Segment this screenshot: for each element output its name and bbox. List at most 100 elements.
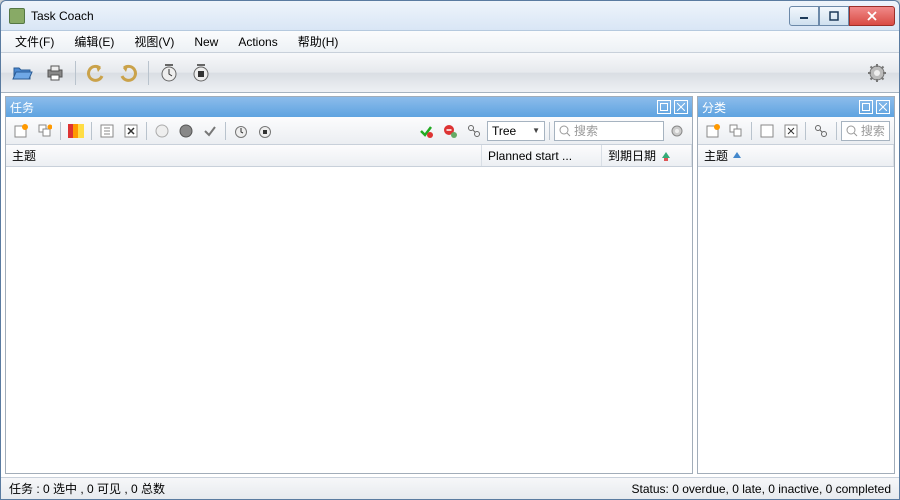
app-window: Task Coach 文件(F) 编辑(E) 视图(V) New Actions… — [0, 0, 900, 500]
start-effort-button[interactable] — [155, 59, 183, 87]
search-icon — [559, 125, 571, 137]
categories-search-input[interactable]: 搜索 — [841, 121, 890, 141]
main-toolbar — [1, 53, 899, 93]
priority-button[interactable] — [65, 120, 87, 142]
tasks-column-header: 主题 Planned start ... 到期日期 — [6, 145, 692, 167]
delete-button[interactable] — [120, 120, 142, 142]
tasks-panel-header: 任务 — [6, 97, 692, 117]
link-icon — [467, 124, 481, 138]
clock-stop-icon — [192, 64, 210, 82]
filter-clear-button[interactable] — [439, 120, 461, 142]
mark-active-button[interactable] — [175, 120, 197, 142]
priority-icon — [68, 124, 84, 138]
view-mode-combo[interactable]: Tree ▼ — [487, 121, 545, 141]
clock-stop-icon — [258, 124, 272, 138]
col-subject[interactable]: 主题 — [6, 145, 482, 166]
gear-icon — [867, 63, 887, 83]
new-category-button[interactable] — [702, 120, 724, 142]
cat-delete-button[interactable] — [780, 120, 802, 142]
toolbar-divider — [836, 122, 837, 140]
search-placeholder: 搜索 — [574, 122, 598, 139]
col-due-date[interactable]: 到期日期 — [602, 145, 692, 166]
stop-effort-button[interactable] — [187, 59, 215, 87]
minimize-icon — [799, 11, 809, 21]
edit-icon — [760, 124, 774, 138]
new-task-button[interactable] — [10, 120, 32, 142]
categories-toolbar: 搜索 — [698, 117, 894, 145]
edit-button[interactable] — [96, 120, 118, 142]
panel-maximize-button[interactable] — [859, 100, 873, 114]
panel-maximize-button[interactable] — [657, 100, 671, 114]
close-icon — [879, 103, 887, 111]
folder-open-icon — [12, 64, 34, 82]
maximize-icon — [660, 103, 668, 111]
mark-complete-button[interactable] — [199, 120, 221, 142]
open-button[interactable] — [9, 59, 37, 87]
cat-link-button[interactable] — [810, 120, 832, 142]
tasks-toolbar: Tree ▼ 搜索 — [6, 117, 692, 145]
clock-start-icon — [160, 64, 178, 82]
print-button[interactable] — [41, 59, 69, 87]
cat-edit-button[interactable] — [756, 120, 778, 142]
maximize-icon — [829, 11, 839, 21]
new-subtask-button[interactable] — [34, 120, 56, 142]
panel-close-button[interactable] — [674, 100, 688, 114]
categories-panel-title: 分类 — [702, 99, 856, 116]
toolbar-divider — [146, 122, 147, 140]
menu-actions[interactable]: Actions — [228, 31, 287, 52]
categories-grid[interactable] — [698, 167, 894, 473]
new-task-icon — [14, 124, 28, 138]
menu-edit[interactable]: 编辑(E) — [64, 31, 124, 52]
tasks-panel: 任务 — [5, 96, 693, 474]
settings-button[interactable] — [863, 59, 891, 87]
search-placeholder: 搜索 — [861, 122, 885, 139]
chevron-down-icon: ▼ — [532, 126, 540, 135]
maximize-button[interactable] — [819, 6, 849, 26]
link-icon — [814, 124, 828, 138]
menu-help[interactable]: 帮助(H) — [288, 31, 349, 52]
status-left: 任务 : 0 选中 , 0 可见 , 0 总数 — [9, 480, 632, 497]
menu-new[interactable]: New — [184, 31, 228, 52]
circle-active-icon — [179, 124, 193, 138]
new-sub-icon — [729, 124, 743, 138]
panel-close-button[interactable] — [876, 100, 890, 114]
tasks-grid[interactable] — [6, 167, 692, 473]
search-icon — [846, 125, 858, 137]
filter-active-button[interactable] — [415, 120, 437, 142]
view-mode-value: Tree — [492, 124, 516, 138]
status-bar: 任务 : 0 选中 , 0 可见 , 0 总数 Status: 0 overdu… — [1, 477, 899, 499]
toolbar-divider — [549, 122, 550, 140]
col-planned-start[interactable]: Planned start ... — [482, 145, 602, 166]
menu-file[interactable]: 文件(F) — [5, 31, 64, 52]
window-controls — [789, 6, 895, 26]
start-tracking-button[interactable] — [230, 120, 252, 142]
sort-indicator-icon — [660, 150, 672, 162]
redo-button[interactable] — [114, 59, 142, 87]
undo-button[interactable] — [82, 59, 110, 87]
check-green-icon — [419, 124, 433, 138]
tasks-panel-title: 任务 — [10, 99, 654, 116]
stop-tracking-button[interactable] — [254, 120, 276, 142]
new-subtask-icon — [38, 124, 52, 138]
categories-panel-header: 分类 — [698, 97, 894, 117]
new-icon — [706, 124, 720, 138]
link-button[interactable] — [463, 120, 485, 142]
tasks-search-input[interactable]: 搜索 — [554, 121, 664, 141]
col-cat-subject[interactable]: 主题 — [698, 145, 894, 166]
toolbar-divider — [751, 122, 752, 140]
menu-view[interactable]: 视图(V) — [124, 31, 184, 52]
mark-inactive-button[interactable] — [151, 120, 173, 142]
toolbar-divider — [225, 122, 226, 140]
minimize-button[interactable] — [789, 6, 819, 26]
undo-icon — [86, 64, 106, 82]
delete-icon — [124, 124, 138, 138]
title-bar: Task Coach — [1, 1, 899, 31]
status-right: Status: 0 overdue, 0 late, 0 inactive, 0… — [632, 482, 892, 496]
close-button[interactable] — [849, 6, 895, 26]
workspace: 任务 — [1, 93, 899, 477]
window-title: Task Coach — [31, 9, 789, 23]
new-subcategory-button[interactable] — [726, 120, 748, 142]
sort-indicator-icon — [732, 151, 742, 161]
toolbar-divider — [60, 122, 61, 140]
panel-gear-button[interactable] — [666, 120, 688, 142]
